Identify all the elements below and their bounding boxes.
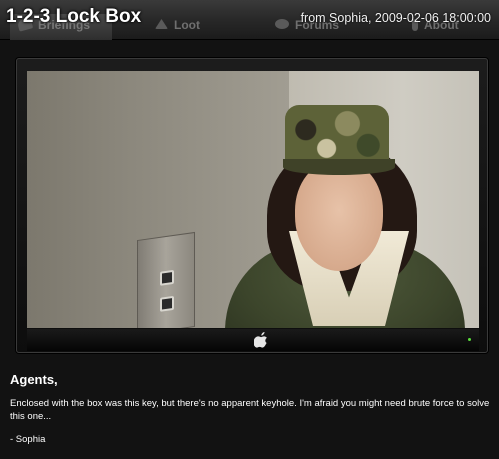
post-meta: from Sophia, 2009-02-06 18:00:00 [300,11,491,25]
loot-icon [155,19,168,29]
speech-bubble-icon [275,19,289,29]
message-signature: - Sophia [10,434,46,445]
camo-cap [285,105,389,167]
elevator-button [160,295,174,312]
top-nav-bar: Briefings Loot Forums About 1-2-3 Lock B… [0,0,499,40]
video-controller-bar[interactable] [27,329,479,351]
page-title: 1-2-3 Lock Box [6,6,142,27]
video-player[interactable] [27,71,479,328]
cap-visor [283,159,395,175]
message-greeting: Agents, [10,372,58,387]
tab-loot[interactable]: Loot [155,14,200,40]
status-led [468,338,471,341]
person-face [295,161,383,271]
elevator-button [160,269,174,286]
tab-label: Loot [174,18,200,32]
elevator-panel [137,231,195,328]
apple-icon [254,332,268,348]
message-body: Enclosed with the box was this key, but … [10,398,490,422]
video-frame [16,58,488,353]
